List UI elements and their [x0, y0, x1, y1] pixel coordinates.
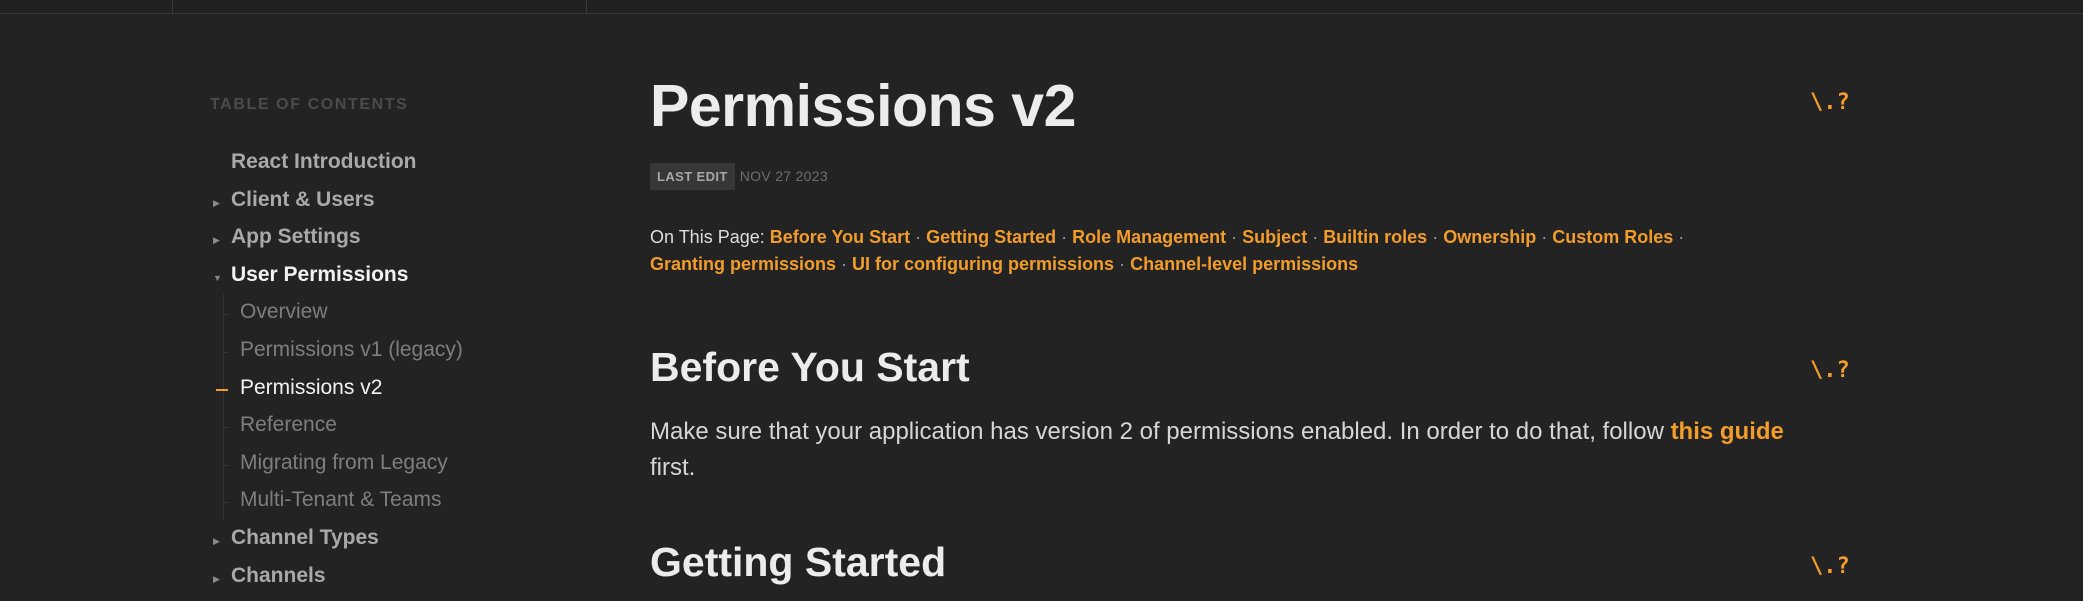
separator: · [1231, 227, 1238, 247]
toc-item-react-introduction[interactable]: React Introduction [210, 150, 590, 188]
toc-subitem-overview[interactable]: Overview [210, 294, 590, 338]
tree-line [223, 444, 224, 483]
chevron-right-icon: ▶ [213, 535, 220, 546]
sidebar: TABLE OF CONTENTS React Introduction ▶ C… [0, 14, 600, 600]
anchor-link-icon[interactable]: \.? [1810, 90, 1850, 115]
toc-subitem-label: Migrating from Legacy [240, 450, 448, 474]
last-edit-meta: LAST EDIT NOV 27 2023 [650, 162, 828, 190]
anchor-link-icon[interactable]: \.? [1810, 554, 1850, 579]
toc-item-label: User Permissions [231, 262, 409, 286]
chevron-down-icon: ▼ [213, 272, 222, 283]
toc-item-channel-types[interactable]: ▶ Channel Types [210, 526, 590, 564]
otp-link-granting-permissions[interactable]: Granting permissions [650, 254, 836, 274]
top-bar-divider [172, 0, 173, 13]
main-content: Permissions v2 \.? LAST EDIT NOV 27 2023… [650, 14, 1850, 600]
toc-heading: TABLE OF CONTENTS [210, 96, 409, 113]
toc-subitem-migrating-from-legacy[interactable]: Migrating from Legacy [210, 444, 590, 489]
tree-line [223, 407, 224, 446]
top-bar [0, 0, 2083, 14]
this-guide-link[interactable]: this guide [1671, 418, 1784, 445]
separator: · [841, 254, 848, 274]
on-this-page-label: On This Page: [650, 227, 765, 247]
toc-item-label: App Settings [231, 225, 361, 249]
otp-link-ownership[interactable]: Ownership [1443, 227, 1536, 247]
otp-link-role-management[interactable]: Role Management [1072, 227, 1226, 247]
section-heading-before-you-start: Before You Start [650, 344, 970, 390]
tree-line [223, 331, 224, 370]
toc-item-channels[interactable]: ▶ Channels [210, 564, 590, 601]
otp-link-subject[interactable]: Subject [1242, 227, 1307, 247]
anchor-link-icon[interactable]: \.? [1810, 358, 1850, 383]
tree-line [223, 482, 224, 521]
separator: · [1678, 227, 1685, 247]
toc-subitem-permissions-v2[interactable]: Permissions v2 [210, 369, 590, 414]
toc-subitem-label: Multi-Tenant & Teams [240, 488, 442, 512]
toc-subitem-multi-tenant-teams[interactable]: Multi-Tenant & Teams [210, 482, 590, 526]
paragraph-text: first. [650, 454, 696, 481]
toc-subitem-label: Overview [240, 300, 328, 324]
tree-line [223, 294, 224, 333]
otp-link-before-you-start[interactable]: Before You Start [770, 227, 910, 247]
toc-list: React Introduction ▶ Client & Users ▶ Ap… [210, 150, 590, 601]
toc-item-user-permissions[interactable]: ▼ User Permissions [210, 263, 590, 301]
tree-tick [223, 427, 229, 429]
on-this-page: On This Page: Before You Start · Getting S… [650, 224, 1830, 278]
section-heading-getting-started: Getting Started [650, 539, 947, 585]
toc-subitem-permissions-v1[interactable]: Permissions v1 (legacy) [210, 331, 590, 376]
otp-link-channel-level-permissions[interactable]: Channel-level permissions [1130, 254, 1358, 274]
tree-tick [223, 502, 229, 504]
toc-subitem-reference[interactable]: Reference [210, 407, 590, 451]
toc-item-label: Channels [231, 563, 326, 587]
last-edit-date: NOV 27 2023 [739, 168, 828, 184]
tree-tick [223, 314, 229, 316]
chevron-right-icon: ▶ [213, 197, 220, 208]
toc-item-app-settings[interactable]: ▶ App Settings [210, 225, 590, 263]
toc-subitem-label: Permissions v1 (legacy) [240, 337, 463, 361]
toc-item-label: React Introduction [231, 150, 417, 173]
top-bar-divider [586, 0, 587, 13]
chevron-right-icon: ▶ [213, 235, 220, 246]
separator: · [1541, 227, 1548, 247]
otp-link-ui-configuring-permissions[interactable]: UI for configuring permissions [852, 254, 1114, 274]
tree-tick [223, 464, 229, 466]
tree-tick [223, 351, 229, 353]
separator: · [1061, 227, 1068, 247]
separator: · [1119, 254, 1126, 274]
toc-subitem-label: Permissions v2 [240, 375, 383, 399]
toc-subitem-label: Reference [240, 413, 337, 437]
separator: · [1432, 227, 1439, 247]
chevron-right-icon: ▶ [213, 573, 220, 584]
otp-link-getting-started[interactable]: Getting Started [926, 227, 1056, 247]
toc-item-label: Channel Types [231, 525, 379, 549]
before-you-start-paragraph: Make sure that your application has vers… [650, 414, 1790, 486]
otp-link-builtin-roles[interactable]: Builtin roles [1323, 227, 1427, 247]
separator: · [1312, 227, 1319, 247]
active-marker [216, 388, 228, 391]
otp-link-custom-roles[interactable]: Custom Roles [1552, 227, 1673, 247]
last-edit-badge: LAST EDIT [650, 162, 735, 190]
toc-item-label: Client & Users [231, 187, 375, 211]
toc-item-client-users[interactable]: ▶ Client & Users [210, 188, 590, 226]
paragraph-text: Make sure that your application has vers… [650, 418, 1671, 445]
separator: · [915, 227, 922, 247]
page-title: Permissions v2 [650, 73, 1076, 139]
